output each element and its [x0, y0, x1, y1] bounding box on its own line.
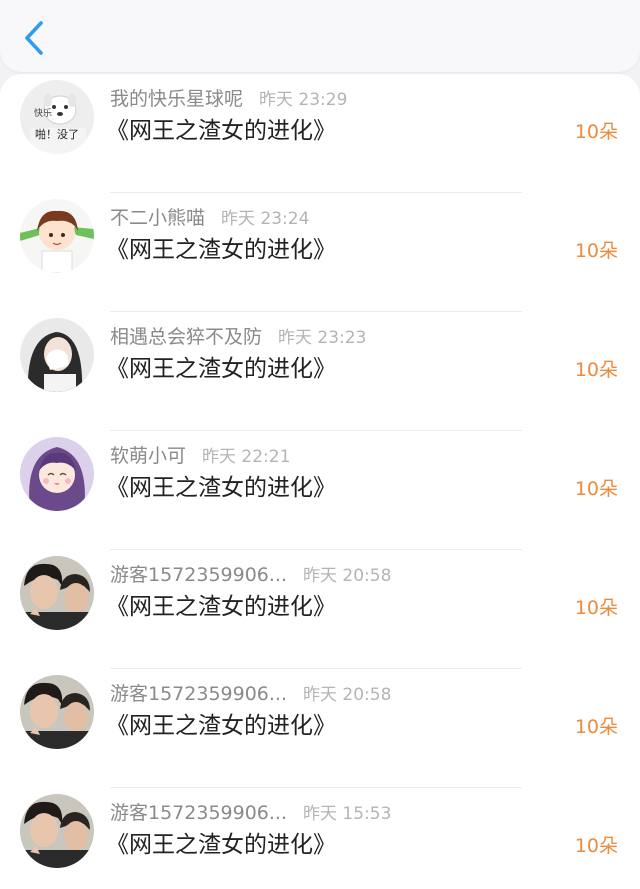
flower-count: 10朵	[574, 716, 618, 738]
timestamp: 昨天 22:21	[202, 447, 291, 467]
book-title[interactable]: 《网王之渣女的进化》	[106, 116, 336, 146]
username[interactable]: 我的快乐星球呢	[110, 88, 243, 110]
user-line: 游客1572359906... 昨天 20:58	[110, 681, 391, 707]
two-men-photo-avatar-icon	[20, 556, 94, 630]
list-item[interactable]: 软萌小可 昨天 22:21 《网王之渣女的进化》 10朵	[0, 431, 640, 550]
user-line: 不二小熊喵 昨天 23:24	[110, 205, 309, 231]
book-title[interactable]: 《网王之渣女的进化》	[106, 711, 336, 741]
book-title[interactable]: 《网王之渣女的进化》	[106, 473, 336, 503]
avatar-caption-2: 啪！没了	[35, 127, 79, 141]
user-line: 我的快乐星球呢 昨天 23:29	[110, 86, 347, 112]
flower-count: 10朵	[574, 121, 618, 143]
avatar[interactable]	[20, 794, 94, 868]
gift-record-list: 快乐 啪！没了 我的快乐星球呢昨天 23:29 《网王之渣女的进化》 10朵	[0, 74, 640, 889]
book-title[interactable]: 《网王之渣女的进化》	[106, 592, 336, 622]
username[interactable]: 游客1572359906...	[110, 802, 287, 824]
anime-girl-avatar-icon	[20, 437, 94, 511]
username[interactable]: 软萌小可	[110, 445, 186, 467]
user-line: 游客1572359906... 昨天 15:53	[110, 800, 391, 826]
flower-count: 10朵	[574, 359, 618, 381]
girl-photo-avatar-icon	[20, 318, 94, 392]
list-item[interactable]: 游客1572359906... 昨天 20:58 《网王之渣女的进化》 10朵	[0, 669, 640, 788]
timestamp: 昨天 23:29	[259, 90, 348, 110]
book-title[interactable]: 《网王之渣女的进化》	[106, 354, 336, 384]
username[interactable]: 相遇总会猝不及防	[110, 326, 262, 348]
user-line: 软萌小可 昨天 22:21	[110, 443, 290, 469]
list-item[interactable]: 相遇总会猝不及防 昨天 23:23 《网王之渣女的进化》 10朵	[0, 312, 640, 431]
flower-count: 10朵	[574, 240, 618, 262]
avatar-caption-1: 快乐	[34, 107, 52, 119]
list-item[interactable]: 游客1572359906... 昨天 20:58 《网王之渣女的进化》 10朵	[0, 550, 640, 669]
back-button[interactable]	[14, 16, 54, 60]
avatar[interactable]	[20, 437, 94, 511]
flower-count: 10朵	[574, 597, 618, 619]
timestamp: 昨天 20:58	[303, 685, 392, 705]
flower-count: 10朵	[574, 478, 618, 500]
list-item[interactable]: 游客1572359906... 昨天 15:53 《网王之渣女的进化》 10朵	[0, 788, 640, 889]
user-line: 相遇总会猝不及防 昨天 23:23	[110, 324, 366, 350]
avatar[interactable]	[20, 199, 94, 273]
timestamp: 昨天 20:58	[303, 566, 392, 586]
username[interactable]: 不二小熊喵	[110, 207, 205, 229]
top-bar	[0, 0, 640, 72]
book-title[interactable]: 《网王之渣女的进化》	[106, 235, 336, 265]
avatar[interactable]: 快乐 啪！没了	[20, 80, 94, 154]
user-line: 游客1572359906... 昨天 20:58	[110, 562, 391, 588]
avatar[interactable]	[20, 318, 94, 392]
two-men-photo-avatar-icon	[20, 794, 94, 868]
avatar[interactable]	[20, 675, 94, 749]
avatar[interactable]	[20, 556, 94, 630]
two-men-photo-avatar-icon	[20, 675, 94, 749]
book-title[interactable]: 《网王之渣女的进化》	[106, 830, 336, 860]
timestamp: 昨天 15:53	[303, 804, 392, 824]
timestamp: 昨天 23:24	[221, 209, 310, 229]
username[interactable]: 游客1572359906...	[110, 683, 287, 705]
list-item[interactable]: 不二小熊喵 昨天 23:24 《网王之渣女的进化》 10朵	[0, 193, 640, 312]
chevron-left-icon	[25, 21, 43, 55]
username[interactable]: 游客1572359906...	[110, 564, 287, 586]
anime-boy-avatar-icon	[20, 199, 94, 273]
flower-count: 10朵	[574, 835, 618, 857]
dog-meme-avatar-icon: 快乐 啪！没了	[20, 80, 94, 154]
list-item[interactable]: 快乐 啪！没了 我的快乐星球呢 昨天 23:29 《网王之渣女的进化》 10朵	[0, 74, 640, 193]
timestamp: 昨天 23:23	[278, 328, 367, 348]
